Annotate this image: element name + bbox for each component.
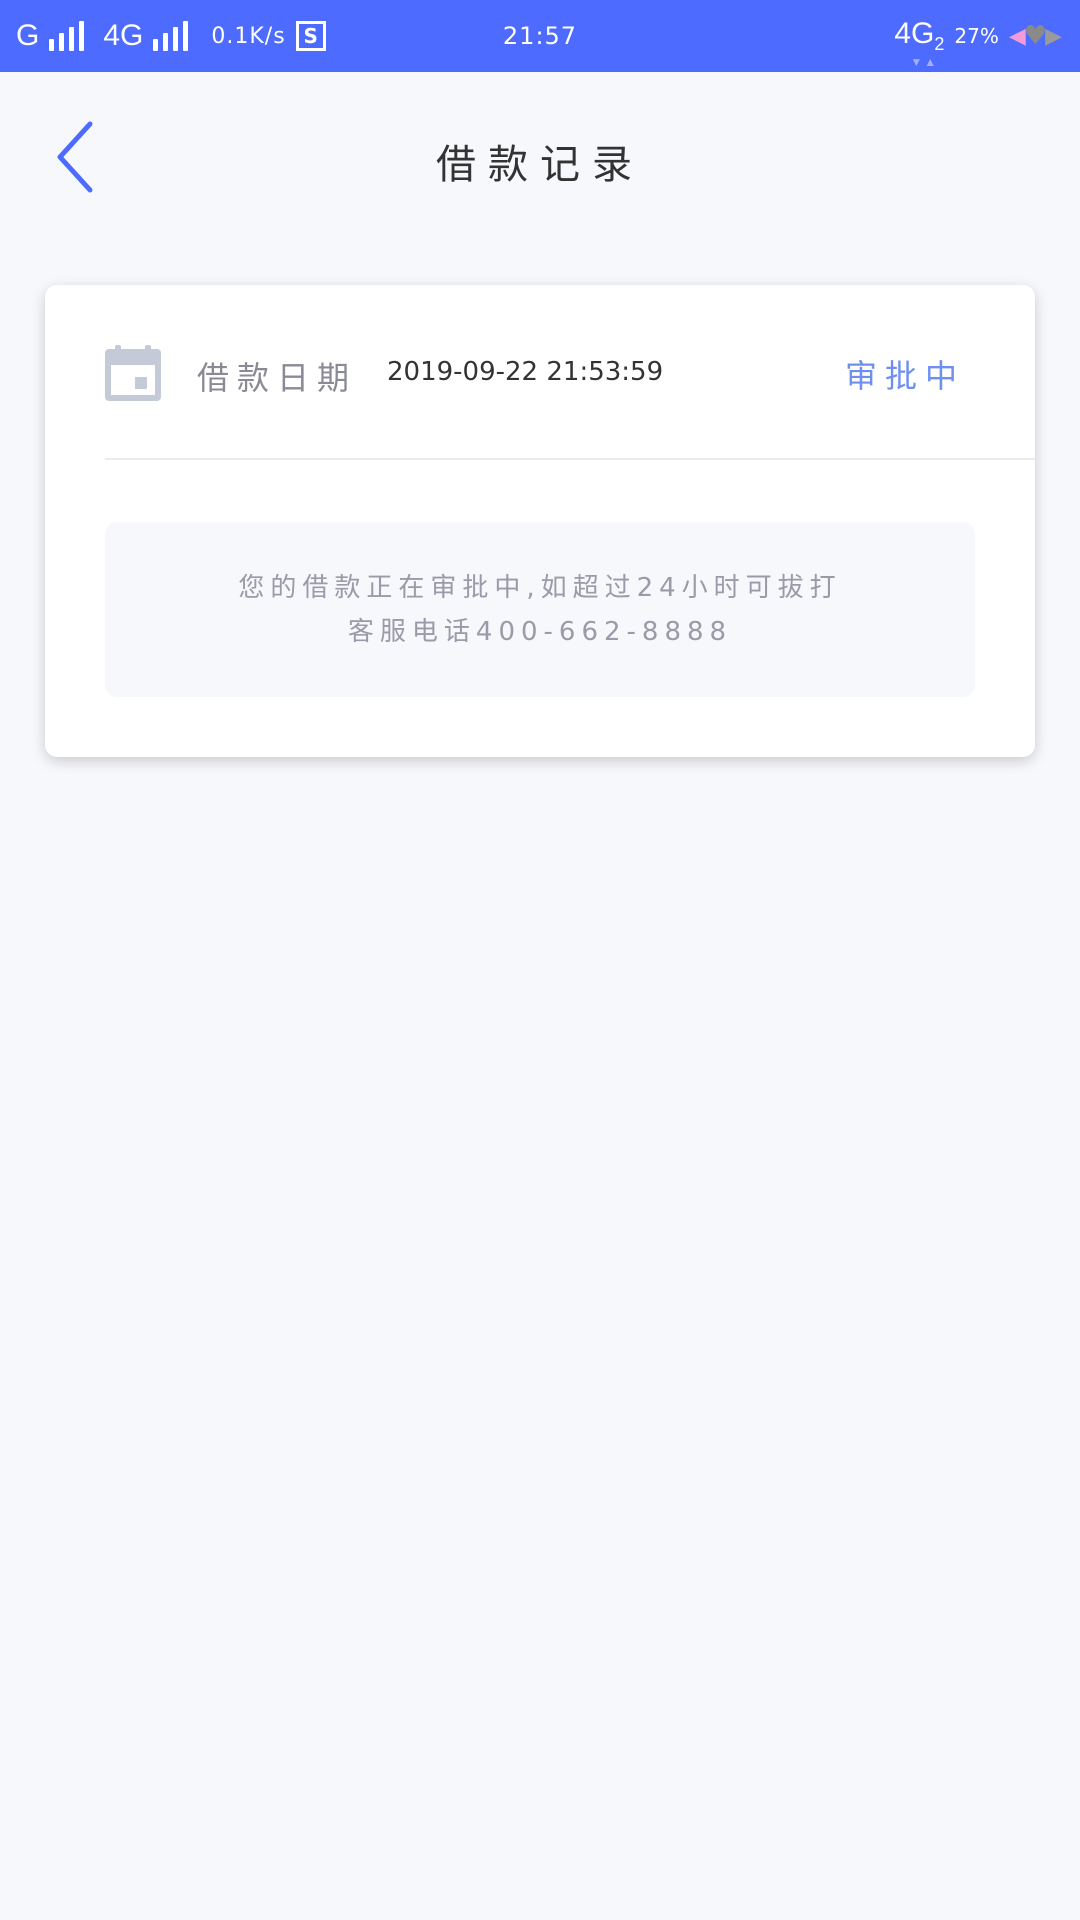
calendar-icon — [105, 345, 161, 401]
date-label: 借款日期 — [197, 359, 358, 397]
status-right: 4G2 ▼▲ 27% ◀ ♥ ▶ — [894, 0, 1062, 72]
page-title: 借款记录 — [436, 142, 644, 188]
notice-box: 您的借款正在审批中,如超过24小时可拔打 客服电话400-662-8888 — [105, 522, 975, 697]
page-header: 借款记录 — [0, 72, 1080, 242]
loan-record-card[interactable]: 借款日期 2019-09-22 21:53:59 审批中 您的借款正在审批中,如… — [45, 285, 1035, 757]
notice-line-2: 客服电话400-662-8888 — [347, 616, 733, 647]
network-right-label: 4G — [894, 17, 935, 50]
battery-wings-icon: ◀ ♥ ▶ — [1008, 21, 1062, 51]
battery-percent: 27% — [954, 24, 999, 48]
data-arrows-icon: ▼▲ — [910, 55, 939, 69]
status-badge: 审批中 — [844, 357, 965, 395]
divider — [105, 458, 1035, 460]
network-right-sub: 2 — [934, 34, 945, 54]
date-value: 2019-09-22 21:53:59 — [387, 357, 664, 387]
status-bar: G 4G 0.1K/s S 21:57 4G2 ▼▲ 27% ◀ ♥ ▶ — [0, 0, 1080, 72]
notice-line-1: 您的借款正在审批中,如超过24小时可拔打 — [238, 572, 842, 603]
record-header-row: 借款日期 2019-09-22 21:53:59 审批中 — [45, 285, 1035, 460]
network-right: 4G2 ▼▲ — [894, 17, 945, 69]
